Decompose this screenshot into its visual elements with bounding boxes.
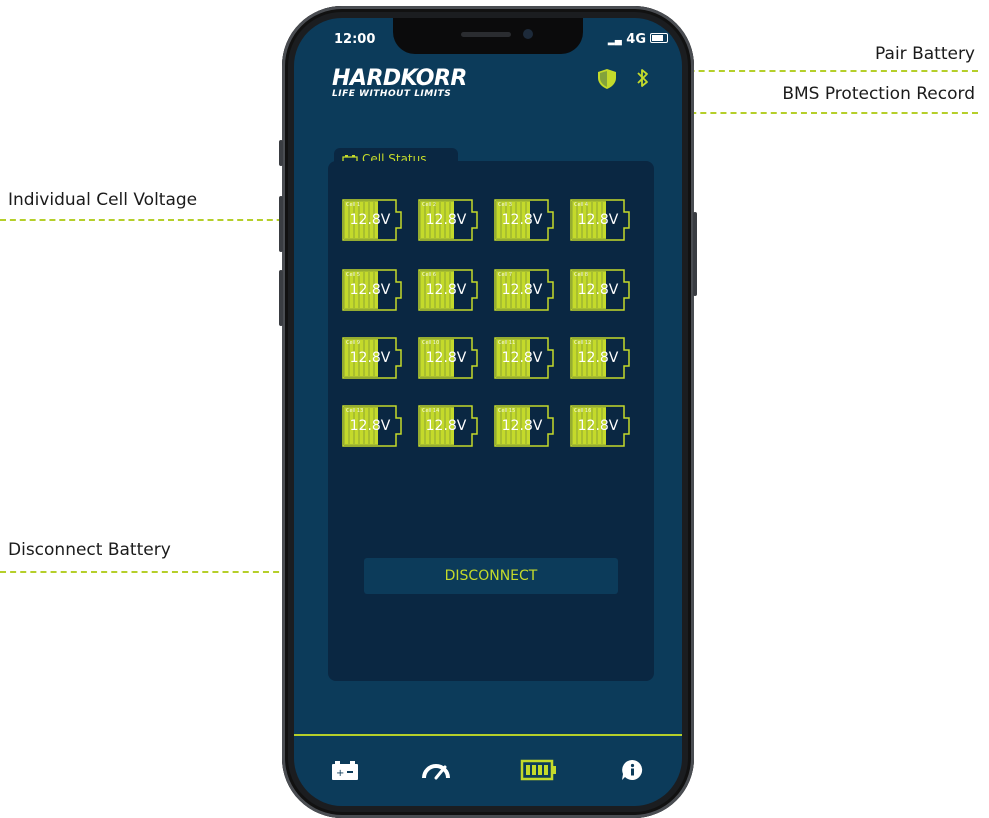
cell-name: Cell 14 xyxy=(422,408,440,414)
cell-name: Cell 1 xyxy=(346,202,361,208)
cell-name: Cell 7 xyxy=(498,272,513,278)
shield-icon[interactable] xyxy=(597,68,617,94)
cell-voltage: 12.8V xyxy=(577,350,619,366)
cell-voltage: 12.8V xyxy=(501,350,543,366)
app-screen: 12:00 ▂▄ 4G HARDKORR LIFE WITHOUT LIMITS xyxy=(294,18,682,806)
cell-name: Cell 5 xyxy=(346,272,361,278)
cell-name: Cell 16 xyxy=(574,408,592,414)
cell-voltage: 12.8V xyxy=(425,282,467,298)
cell-item: Cell 5 12.8V xyxy=(340,268,404,312)
speaker xyxy=(461,32,511,37)
side-button-silent xyxy=(279,140,283,166)
side-button-power xyxy=(693,212,697,296)
cell-item: Cell 12 12.8V xyxy=(568,336,632,380)
cell-name: Cell 3 xyxy=(498,202,513,208)
notch xyxy=(393,18,583,54)
cell-item: Cell 7 12.8V xyxy=(492,268,556,312)
callout-disconnect: Disconnect Battery xyxy=(8,540,171,560)
status-battery-icon xyxy=(650,33,668,43)
cell-name: Cell 13 xyxy=(346,408,364,414)
cell-item: Cell 4 12.8V xyxy=(568,198,632,242)
cell-name: Cell 4 xyxy=(574,202,589,208)
cell-name: Cell 6 xyxy=(422,272,437,278)
cell-item: Cell 16 12.8V xyxy=(568,404,632,448)
cell-name: Cell 8 xyxy=(574,272,589,278)
cell-name: Cell 2 xyxy=(422,202,437,208)
callout-pair-battery: Pair Battery xyxy=(875,44,975,64)
cell-name: Cell 11 xyxy=(498,340,516,346)
callout-bms-record: BMS Protection Record xyxy=(782,84,975,104)
cell-name: Cell 9 xyxy=(346,340,361,346)
cell-name: Cell 15 xyxy=(498,408,516,414)
cell-item: Cell 9 12.8V xyxy=(340,336,404,380)
cell-voltage: 12.8V xyxy=(349,350,391,366)
cell-item: Cell 1 12.8V xyxy=(340,198,404,242)
callout-cell-voltage: Individual Cell Voltage xyxy=(8,190,198,210)
cell-name: Cell 10 xyxy=(422,340,440,346)
cell-voltage: 12.8V xyxy=(425,350,467,366)
cell-item: Cell 6 12.8V xyxy=(416,268,480,312)
bottom-divider xyxy=(294,734,682,736)
status-network: ▂▄ 4G xyxy=(608,32,646,47)
cell-item: Cell 15 12.8V xyxy=(492,404,556,448)
battery-icon[interactable]: + xyxy=(330,758,360,786)
network-type: 4G xyxy=(626,32,646,47)
cell-voltage: 12.8V xyxy=(577,418,619,434)
cell-item: Cell 8 12.8V xyxy=(568,268,632,312)
cell-item: Cell 2 12.8V xyxy=(416,198,480,242)
cell-voltage: 12.8V xyxy=(501,212,543,228)
camera xyxy=(523,29,533,39)
speedometer-icon[interactable] xyxy=(420,758,452,786)
cell-voltage: 12.8V xyxy=(349,282,391,298)
bluetooth-icon[interactable] xyxy=(636,68,650,92)
brand-logo: HARDKORR LIFE WITHOUT LIMITS xyxy=(332,66,467,99)
brand-tagline: LIFE WITHOUT LIMITS xyxy=(332,89,452,99)
cell-name: Cell 12 xyxy=(574,340,592,346)
cell-voltage: 12.8V xyxy=(501,282,543,298)
cell-voltage: 12.8V xyxy=(577,212,619,228)
cell-item: Cell 10 12.8V xyxy=(416,336,480,380)
cell-item: Cell 13 12.8V xyxy=(340,404,404,448)
signal-icon: ▂▄ xyxy=(607,36,622,46)
status-time: 12:00 xyxy=(334,32,376,47)
battery-level-icon[interactable] xyxy=(520,758,558,786)
info-icon[interactable] xyxy=(620,758,644,786)
cell-voltage: 12.8V xyxy=(425,212,467,228)
brand-name: HARDKORR xyxy=(332,66,467,91)
leader-pair-battery xyxy=(648,70,978,72)
cell-voltage: 12.8V xyxy=(349,418,391,434)
cell-item: Cell 11 12.8V xyxy=(492,336,556,380)
cell-voltage: 12.8V xyxy=(501,418,543,434)
side-button-volume-up xyxy=(279,196,283,252)
cell-voltage: 12.8V xyxy=(577,282,619,298)
disconnect-button[interactable]: DISCONNECT xyxy=(364,558,618,594)
cell-voltage: 12.8V xyxy=(425,418,467,434)
cell-item: Cell 3 12.8V xyxy=(492,198,556,242)
cell-voltage: 12.8V xyxy=(349,212,391,228)
cell-item: Cell 14 12.8V xyxy=(416,404,480,448)
phone-frame: 12:00 ▂▄ 4G HARDKORR LIFE WITHOUT LIMITS xyxy=(279,6,697,818)
side-button-volume-down xyxy=(279,270,283,326)
svg-text:+: + xyxy=(336,768,344,779)
leader-bms-record xyxy=(650,112,978,114)
